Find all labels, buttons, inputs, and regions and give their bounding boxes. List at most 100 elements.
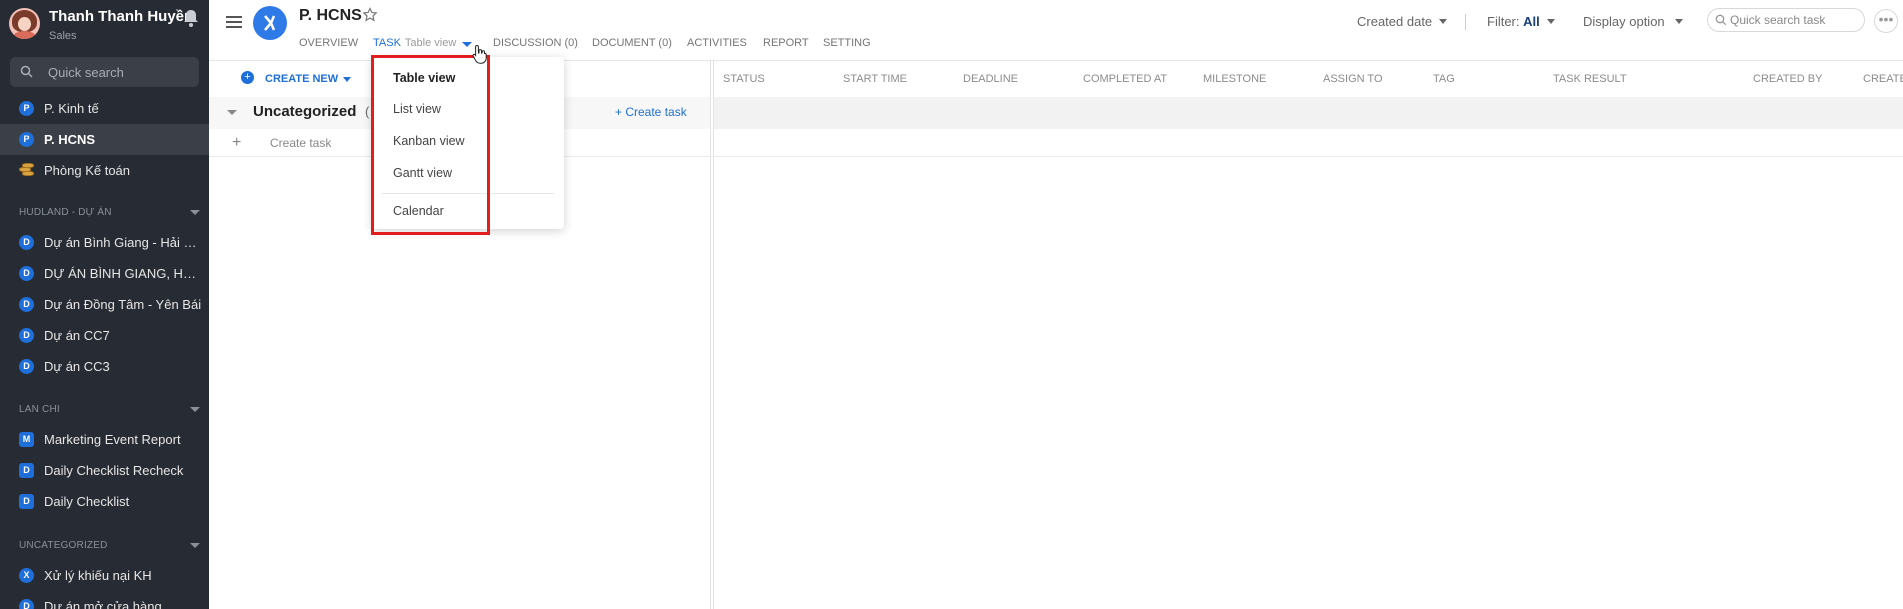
user-name: Thanh Thanh Huyền (49, 8, 194, 25)
bell-icon[interactable] (183, 9, 199, 27)
tab-report[interactable]: REPORT (763, 37, 809, 49)
chevron-down-icon[interactable] (190, 543, 200, 548)
plus-icon[interactable]: + (232, 134, 241, 152)
search-icon (1715, 14, 1727, 26)
sidebar-item-label: Dự án Bình Giang - Hải Dương (44, 235, 202, 250)
column-header-task-result[interactable]: TASK RESULT (1553, 73, 1627, 85)
plus-circle-icon[interactable]: + (241, 71, 254, 84)
hamburger-menu-icon[interactable] (226, 16, 242, 28)
sidebar: Thanh Thanh Huyền Sales Quick search P P… (0, 0, 209, 609)
tab-setting[interactable]: SETTING (823, 37, 871, 49)
filter-label: Filter: (1487, 14, 1520, 29)
tab-task[interactable]: TASK Table view (373, 37, 456, 49)
project-badge: D (19, 463, 34, 478)
menu-item-kanban-view[interactable]: Kanban view (393, 134, 465, 148)
sidebar-search-input[interactable]: Quick search (10, 57, 199, 87)
project-logo-icon (264, 15, 276, 31)
column-header-created[interactable]: CREATED (1863, 73, 1903, 85)
divider (1465, 14, 1466, 30)
project-badge: D (19, 235, 34, 250)
sidebar-section-title: UNCATEGORIZED (19, 540, 108, 551)
sidebar-item-label: Dự án CC3 (44, 359, 110, 374)
sidebar-item[interactable]: D Dự án Bình Giang - Hải Dương (0, 227, 209, 258)
tab-discussion[interactable]: DISCUSSION (0) (493, 37, 578, 49)
group-title: Uncategorized (253, 103, 357, 120)
project-badge: P (19, 132, 34, 147)
sidebar-item-label: Marketing Event Report (44, 432, 181, 447)
chevron-down-icon (1546, 19, 1555, 24)
create-new-button[interactable]: CREATE NEW (265, 73, 338, 85)
sidebar-item[interactable]: D Dự án mở cửa hàng (0, 591, 209, 609)
column-header-status[interactable]: STATUS (723, 73, 765, 85)
sidebar-item[interactable]: D Daily Checklist Recheck (0, 455, 209, 486)
sidebar-item-label: Daily Checklist Recheck (44, 463, 184, 478)
chevron-down-icon[interactable] (190, 210, 200, 215)
sidebar-item[interactable]: D DỰ ÁN BÌNH GIANG, HẢI DƯƠNG (0, 258, 209, 289)
tab-document[interactable]: DOCUMENT (0) (592, 37, 672, 49)
sidebar-section-title: HUDLAND - DỰ ÁN (19, 207, 112, 218)
project-badge: D (19, 328, 34, 343)
column-header-deadline[interactable]: DEADLINE (963, 73, 1018, 85)
create-task-link[interactable]: + Create task (615, 105, 687, 119)
tab-task-label: TASK (373, 37, 401, 49)
tab-task-view: Table view (404, 37, 457, 49)
project-badge: D (19, 266, 34, 281)
filter-dropdown[interactable]: Filter: All (1487, 14, 1555, 29)
divider (714, 156, 1903, 157)
sidebar-item-label: Daily Checklist (44, 494, 130, 509)
column-header-start-time[interactable]: START TIME (843, 73, 907, 85)
menu-item-gantt-view[interactable]: Gantt view (393, 166, 452, 180)
sidebar-item[interactable]: D Dự án CC7 (0, 320, 209, 351)
sidebar-item[interactable]: X Xử lý khiếu nại KH (0, 560, 209, 591)
project-badge: X (19, 568, 34, 583)
sidebar-section-title: LAN CHI (19, 404, 60, 415)
sidebar-item-p-hcns[interactable]: P P. HCNS (0, 124, 209, 155)
chevron-down-icon[interactable] (462, 42, 472, 47)
create-task-input[interactable]: Create task (270, 136, 331, 150)
task-search-input[interactable]: Quick search task (1707, 8, 1865, 32)
sidebar-item[interactable]: D Daily Checklist (0, 486, 209, 517)
sidebar-item-p-kinh-te[interactable]: P P. Kinh tế (0, 93, 209, 124)
sidebar-item-label: DỰ ÁN BÌNH GIANG, HẢI DƯƠNG (44, 266, 202, 281)
sidebar-item-label: Xử lý khiếu nại KH (44, 568, 152, 583)
user-role: Sales (49, 30, 77, 42)
chevron-down-icon (1674, 19, 1683, 24)
display-option-label: Display option (1583, 14, 1665, 29)
chevron-down-icon[interactable] (343, 77, 351, 82)
project-badge: D (19, 297, 34, 312)
avatar[interactable] (9, 8, 40, 39)
filter-value: All (1523, 14, 1540, 29)
column-header-completed-at[interactable]: COMPLETED AT (1083, 73, 1167, 85)
sort-dropdown[interactable]: Created date (1357, 14, 1448, 29)
group-count: ( (365, 104, 370, 119)
coins-icon (19, 163, 35, 177)
column-header-created-by[interactable]: CREATED BY (1753, 73, 1822, 85)
project-logo (253, 6, 287, 40)
user-profile[interactable]: Thanh Thanh Huyền Sales (9, 6, 204, 44)
more-options-icon[interactable]: ••• (1874, 9, 1898, 33)
star-icon[interactable] (362, 7, 378, 23)
display-option-dropdown[interactable]: Display option (1583, 14, 1683, 29)
page-title: P. HCNS (299, 7, 362, 24)
project-badge: P (19, 101, 34, 116)
sidebar-item-label: P. Kinh tế (44, 101, 99, 116)
tab-activities[interactable]: ACTIVITIES (687, 37, 747, 49)
sidebar-item[interactable]: M Marketing Event Report (0, 424, 209, 455)
sidebar-item[interactable]: D Dự án Đồng Tâm - Yên Bái (0, 289, 209, 320)
menu-item-list-view[interactable]: List view (393, 102, 441, 116)
column-header-assign-to[interactable]: ASSIGN TO (1323, 73, 1383, 85)
menu-item-calendar[interactable]: Calendar (393, 204, 444, 218)
column-header-tag[interactable]: TAG (1433, 73, 1455, 85)
sidebar-search-placeholder: Quick search (48, 65, 124, 80)
chevron-down-icon[interactable] (190, 407, 200, 412)
chevron-down-icon (1439, 19, 1448, 24)
column-header-milestone[interactable]: MILESTONE (1203, 73, 1266, 85)
sidebar-item[interactable]: D Dự án CC3 (0, 351, 209, 382)
menu-item-table-view[interactable]: Table view (393, 71, 455, 85)
tab-overview[interactable]: OVERVIEW (299, 37, 358, 49)
project-badge: D (19, 359, 34, 374)
sidebar-item-phong-ke-toan[interactable]: Phòng Kế toán (0, 155, 209, 186)
column-resize-handle[interactable] (710, 60, 714, 609)
chevron-down-icon[interactable] (227, 110, 237, 115)
view-dropdown-menu: Table view List view Kanban view Gantt v… (372, 57, 564, 229)
